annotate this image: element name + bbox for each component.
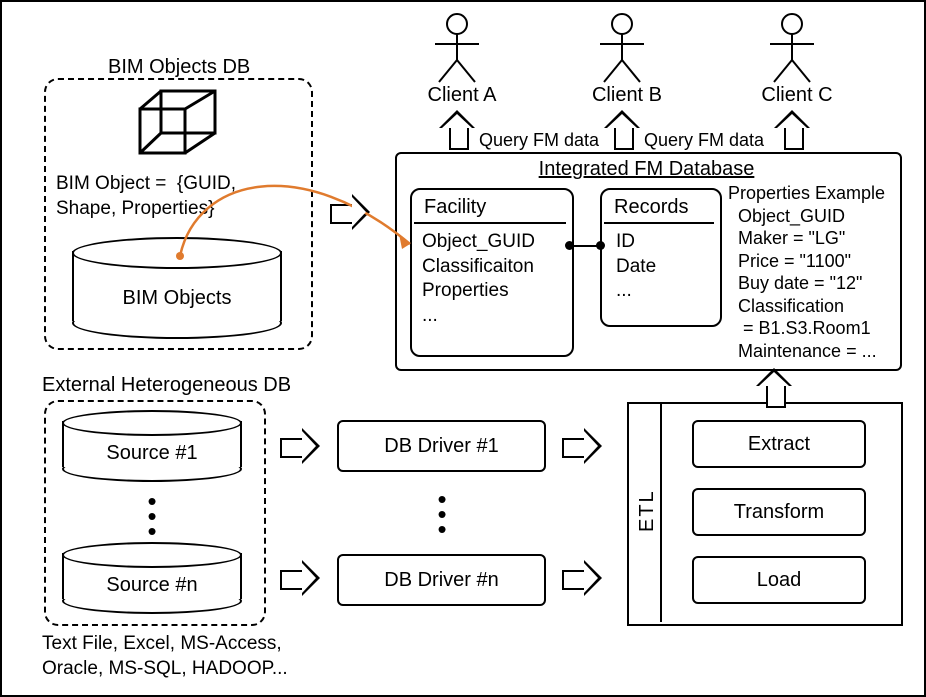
facility-divider: [414, 222, 566, 224]
query-label-bc: Query FM data: [644, 129, 764, 152]
query-label-ab: Query FM data: [479, 129, 599, 152]
source-n-cylinder: Source #n: [62, 542, 242, 612]
arrow-source1-driver1: [280, 428, 320, 464]
etl-extract-label: Extract: [748, 433, 810, 456]
arrow-bim-to-fmdb: [330, 194, 370, 230]
arrow-db-to-client-a: [439, 110, 475, 150]
etl-transform-box: Transform: [692, 488, 866, 536]
db-driver-n-box: DB Driver #n: [337, 554, 546, 606]
client-c-label: Client C: [742, 84, 852, 107]
client-a-label: Client A: [407, 84, 517, 107]
properties-example: Properties Example Object_GUID Maker = "…: [728, 182, 885, 362]
etl-transform-label: Transform: [734, 501, 824, 524]
source-1-cylinder: Source #1: [62, 410, 242, 480]
client-a-figure: [427, 12, 487, 84]
client-b-label: Client B: [572, 84, 682, 107]
arrow-sourcen-drivern: [280, 560, 320, 596]
link-dot-left: [565, 241, 574, 250]
etl-extract-box: Extract: [692, 420, 866, 468]
source-n-label: Source #n: [62, 574, 242, 597]
external-sources-note: Text File, Excel, MS-Access, Oracle, MS-…: [42, 632, 288, 681]
etl-label: ETL: [634, 489, 660, 532]
client-c-figure: [762, 12, 822, 84]
bim-objects-cylinder: BIM Objects: [72, 237, 282, 337]
records-rows: ID Date ...: [616, 230, 656, 304]
db-driver-1-label: DB Driver #1: [384, 435, 498, 458]
source-1-label: Source #1: [62, 442, 242, 465]
external-db-title: External Heterogeneous DB: [42, 372, 291, 398]
arrow-driver1-etl: [562, 428, 602, 464]
architecture-diagram: Client A Client B Client C Query FM data…: [0, 0, 926, 697]
client-b-figure: [592, 12, 652, 84]
etl-divider: [660, 402, 662, 622]
bim-object-definition: BIM Object = {GUID, Shape, Properties}: [56, 172, 236, 221]
fm-database-title: Integrated FM Database: [395, 158, 898, 181]
arrow-db-to-client-b: [604, 110, 640, 150]
facility-rows: Object_GUID Classificaiton Properties ..…: [422, 230, 535, 329]
etl-load-label: Load: [757, 569, 802, 592]
link-dot-right: [596, 241, 605, 250]
facility-header: Facility: [424, 194, 486, 220]
db-driver-1-box: DB Driver #1: [337, 420, 546, 472]
cube-icon: [135, 87, 221, 157]
db-driver-n-label: DB Driver #n: [384, 569, 498, 592]
sources-vdots: •••: [142, 492, 162, 540]
etl-load-box: Load: [692, 556, 866, 604]
arrow-db-to-client-c: [774, 110, 810, 150]
arrow-etl-to-fmdb: [756, 368, 792, 408]
bim-objects-cyl-label: BIM Objects: [72, 287, 282, 310]
drivers-vdots: •••: [432, 490, 452, 538]
arrow-drivern-etl: [562, 560, 602, 596]
bim-db-title: BIM Objects DB: [108, 54, 250, 80]
records-header: Records: [614, 194, 688, 220]
records-divider: [604, 222, 714, 224]
